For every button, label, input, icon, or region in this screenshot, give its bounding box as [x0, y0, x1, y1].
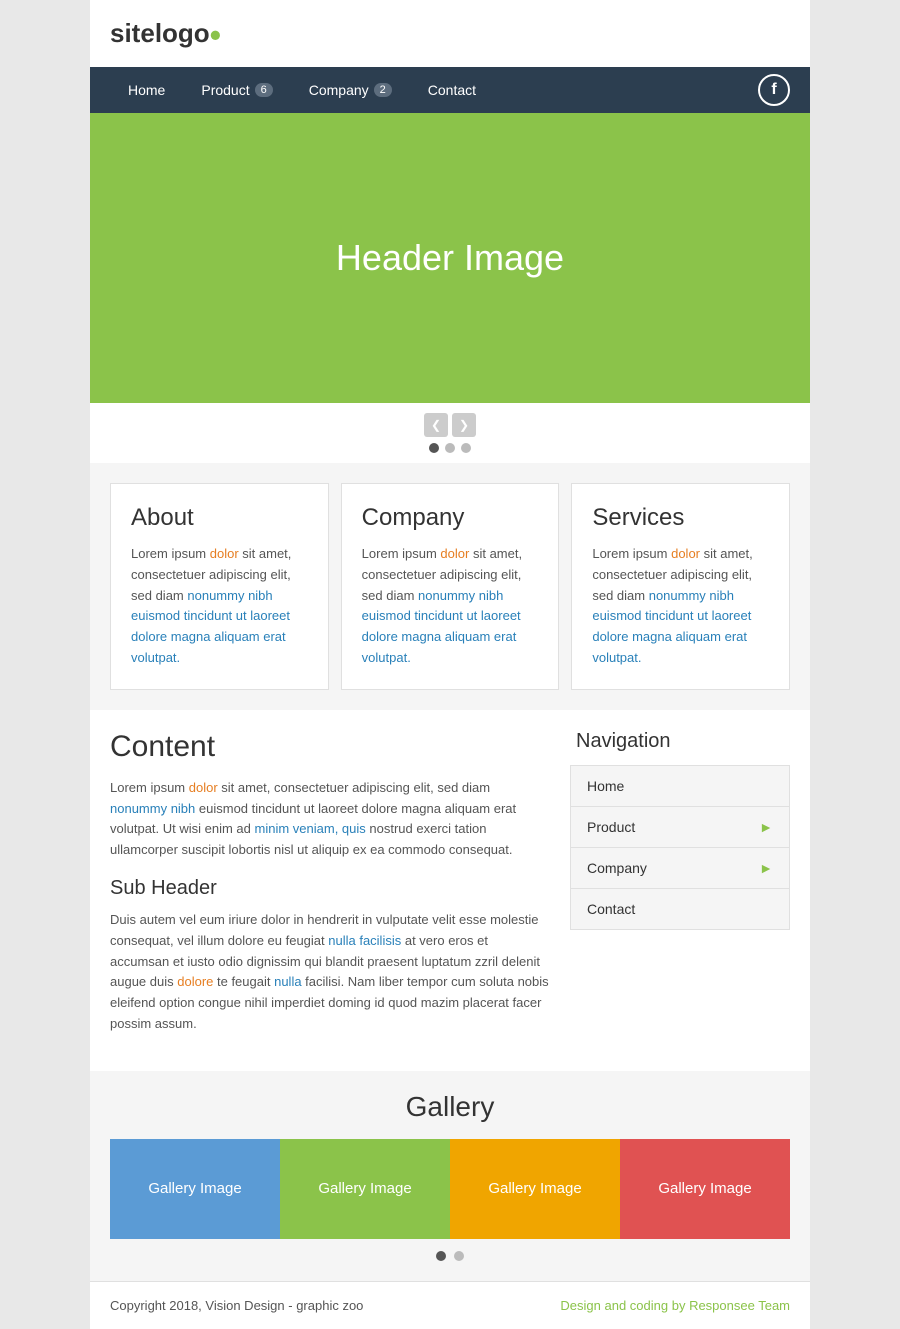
card-company-text: Lorem ipsum dolor sit amet, consectetuer…	[362, 544, 539, 669]
card-services-text: Lorem ipsum dolor sit amet, consectetuer…	[592, 544, 769, 669]
slider-dot-1[interactable]	[429, 443, 439, 453]
slider-prev-button[interactable]: ❮	[424, 413, 448, 437]
site-header: sitelogo•	[90, 0, 810, 67]
gallery-section: Gallery Gallery Image Gallery Image Gall…	[90, 1071, 810, 1281]
gallery-title: Gallery	[110, 1091, 790, 1123]
gallery-dots	[110, 1251, 790, 1261]
nav-items: Home Product 6 Company 2 Contact	[110, 67, 758, 113]
footer-copyright: Copyright 2018, Vision Design - graphic …	[110, 1298, 363, 1313]
chevron-right-icon-product: ►	[759, 819, 773, 835]
nav-item-product[interactable]: Product 6	[183, 67, 290, 113]
content-text-1: Lorem ipsum dolor sit amet, consectetuer…	[110, 778, 550, 861]
content-main: Content Lorem ipsum dolor sit amet, cons…	[110, 730, 570, 1051]
gallery-grid: Gallery Image Gallery Image Gallery Imag…	[110, 1139, 790, 1239]
card-services-title: Services	[592, 504, 769, 532]
navbar: Home Product 6 Company 2 Contact f	[90, 67, 810, 113]
site-footer: Copyright 2018, Vision Design - graphic …	[90, 1281, 810, 1329]
sidebar-nav-company[interactable]: Company ►	[571, 848, 789, 889]
cards-section: About Lorem ipsum dolor sit amet, consec…	[90, 463, 810, 710]
logo-text-logo: logo	[155, 18, 210, 48]
gallery-item-1-label: Gallery Image	[148, 1180, 241, 1197]
card-about-title: About	[131, 504, 308, 532]
nav-item-contact-label: Contact	[428, 82, 476, 98]
facebook-icon[interactable]: f	[758, 74, 790, 106]
gallery-item-4-label: Gallery Image	[658, 1180, 751, 1197]
logo-dot: •	[210, 17, 221, 53]
sub-header: Sub Header	[110, 877, 550, 900]
footer-credit: Design and coding by Responsee Team	[560, 1298, 790, 1313]
card-about: About Lorem ipsum dolor sit amet, consec…	[110, 483, 329, 690]
hero-image: Header Image	[90, 113, 810, 403]
site-logo[interactable]: sitelogo•	[110, 18, 221, 49]
nav-item-company[interactable]: Company 2	[291, 67, 410, 113]
gallery-item-1[interactable]: Gallery Image	[110, 1139, 280, 1239]
sidebar-nav-contact-label: Contact	[587, 901, 635, 917]
content-text-2: Duis autem vel eum iriure dolor in hendr…	[110, 910, 550, 1035]
sidebar-nav-home[interactable]: Home	[571, 766, 789, 807]
card-company-title: Company	[362, 504, 539, 532]
gallery-item-3[interactable]: Gallery Image	[450, 1139, 620, 1239]
card-about-text: Lorem ipsum dolor sit amet, consectetuer…	[131, 544, 308, 669]
card-services: Services Lorem ipsum dolor sit amet, con…	[571, 483, 790, 690]
hero-text: Header Image	[336, 237, 564, 279]
gallery-item-2[interactable]: Gallery Image	[280, 1139, 450, 1239]
card-company: Company Lorem ipsum dolor sit amet, cons…	[341, 483, 560, 690]
gallery-dot-1[interactable]	[436, 1251, 446, 1261]
nav-badge-product: 6	[255, 83, 273, 97]
sidebar-nav-product-label: Product	[587, 819, 635, 835]
slider-controls: ❮ ❯	[90, 403, 810, 463]
logo-text-site: site	[110, 18, 155, 48]
slider-dots	[429, 443, 471, 453]
content-section: Content Lorem ipsum dolor sit amet, cons…	[90, 710, 810, 1071]
sidebar-nav-contact[interactable]: Contact	[571, 889, 789, 929]
gallery-item-2-label: Gallery Image	[318, 1180, 411, 1197]
slider-next-button[interactable]: ❯	[452, 413, 476, 437]
gallery-dot-2[interactable]	[454, 1251, 464, 1261]
sidebar-nav: Home Product ► Company ► Contact	[570, 765, 790, 930]
slider-dot-2[interactable]	[445, 443, 455, 453]
nav-item-home[interactable]: Home	[110, 67, 183, 113]
sidebar-nav-company-label: Company	[587, 860, 647, 876]
gallery-item-4[interactable]: Gallery Image	[620, 1139, 790, 1239]
nav-item-product-label: Product	[201, 82, 249, 98]
nav-badge-company: 2	[374, 83, 392, 97]
slider-arrows: ❮ ❯	[424, 413, 476, 437]
content-sidebar: Navigation Home Product ► Company ► Cont…	[570, 730, 790, 1051]
sidebar-nav-home-label: Home	[587, 778, 624, 794]
slider-dot-3[interactable]	[461, 443, 471, 453]
chevron-right-icon-company: ►	[759, 860, 773, 876]
content-title: Content	[110, 730, 550, 764]
nav-item-company-label: Company	[309, 82, 369, 98]
gallery-item-3-label: Gallery Image	[488, 1180, 581, 1197]
nav-item-contact[interactable]: Contact	[410, 67, 494, 113]
nav-item-home-label: Home	[128, 82, 165, 98]
sidebar-nav-product[interactable]: Product ►	[571, 807, 789, 848]
sidebar-nav-title: Navigation	[570, 730, 790, 753]
